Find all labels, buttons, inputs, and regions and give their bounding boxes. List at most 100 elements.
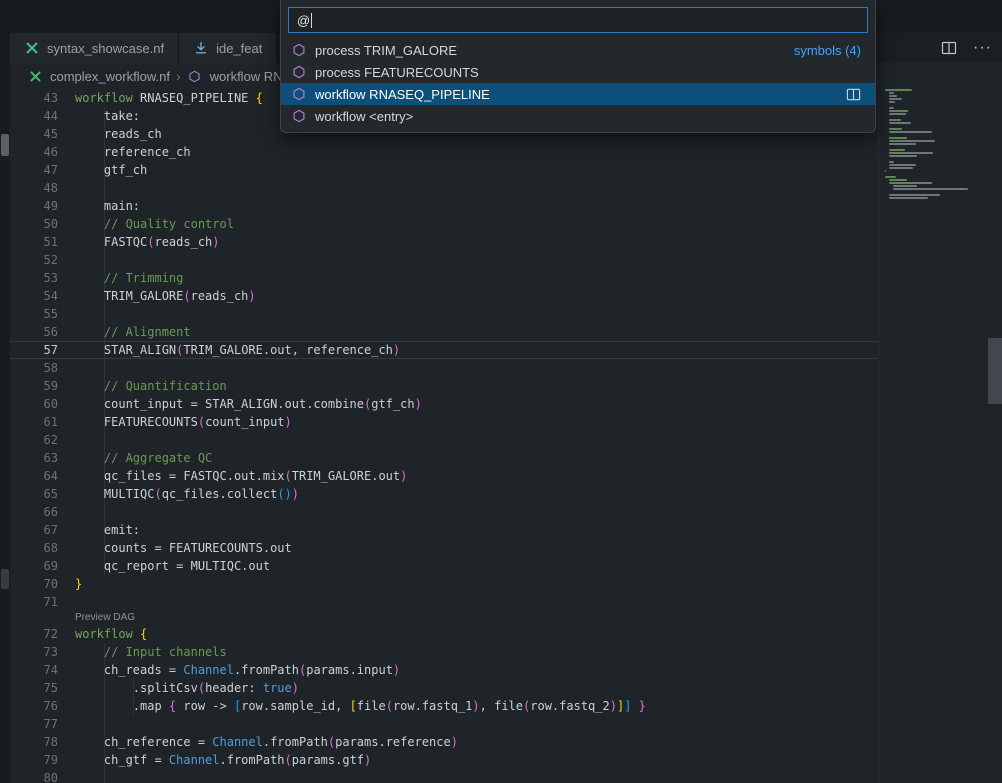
tab-ide-features[interactable]: ide_feat xyxy=(179,33,277,63)
code-line[interactable]: 73 // Input channels xyxy=(10,643,878,661)
code-line[interactable]: 59 // Quantification xyxy=(10,377,878,395)
code-text: main: xyxy=(75,197,878,215)
breadcrumb-file[interactable]: complex_workflow.nf xyxy=(50,69,170,84)
line-number: 74 xyxy=(10,661,58,679)
code-line[interactable]: 69 qc_report = MULTIQC.out xyxy=(10,557,878,575)
code-line[interactable]: 48 xyxy=(10,179,878,197)
quick-open-item[interactable]: process TRIM_GALORE symbols (4) xyxy=(281,39,875,61)
indent-guide xyxy=(104,715,105,733)
minimap-line xyxy=(889,167,913,169)
tab-bar-actions: ··· xyxy=(941,33,992,63)
tab-label: syntax_showcase.nf xyxy=(47,41,164,56)
code-line[interactable]: 80 xyxy=(10,769,878,783)
minimap-line xyxy=(885,200,982,202)
tab-label: ide_feat xyxy=(216,41,262,56)
indent-guide xyxy=(104,377,105,395)
code-line[interactable]: 60 count_input = STAR_ALIGN.out.combine(… xyxy=(10,395,878,413)
code-text: // Trimming xyxy=(75,269,878,287)
indent-guide xyxy=(104,751,105,769)
editor[interactable]: 43workflow RNASEQ_PIPELINE {44 take:45 r… xyxy=(10,89,1002,783)
code-text: // Alignment xyxy=(75,323,878,341)
code-line[interactable]: 53 // Trimming xyxy=(10,269,878,287)
code-line[interactable]: 66 xyxy=(10,503,878,521)
open-to-side-icon[interactable] xyxy=(846,87,861,102)
code-line[interactable]: 68 counts = FEATURECOUNTS.out xyxy=(10,539,878,557)
line-number: 65 xyxy=(10,485,58,503)
gutter-decoration xyxy=(1,569,9,589)
code-line[interactable]: 55 xyxy=(10,305,878,323)
code-line[interactable]: 76 .map { row -> [row.sample_id, [file(r… xyxy=(10,697,878,715)
quick-open-query: @ xyxy=(297,13,310,28)
code-text: .splitCsv(header: true) xyxy=(75,679,878,697)
code-line[interactable]: 63 // Aggregate QC xyxy=(10,449,878,467)
quick-open-item[interactable]: process FEATURECOUNTS xyxy=(281,61,875,83)
quick-open-input[interactable]: @ xyxy=(288,7,868,33)
code-text: // Input channels xyxy=(75,643,878,661)
code-line[interactable]: 78 ch_reference = Channel.fromPath(param… xyxy=(10,733,878,751)
code-line[interactable]: 51 FASTQC(reads_ch) xyxy=(10,233,878,251)
line-number: 73 xyxy=(10,643,58,661)
download-icon xyxy=(193,40,209,56)
minimap-line xyxy=(889,95,897,97)
code-line[interactable]: 56 // Alignment xyxy=(10,323,878,341)
code-line[interactable]: 75 .splitCsv(header: true) xyxy=(10,679,878,697)
quick-open-item[interactable]: workflow <entry> xyxy=(281,105,875,127)
minimap[interactable] xyxy=(878,89,982,783)
indent-guide xyxy=(104,107,105,125)
code-text: gtf_ch xyxy=(75,161,878,179)
indent-guide xyxy=(104,679,105,697)
code-line[interactable]: 79 ch_gtf = Channel.fromPath(params.gtf) xyxy=(10,751,878,769)
code-line[interactable]: 61 FEATURECOUNTS(count_input) xyxy=(10,413,878,431)
minimap-line xyxy=(889,197,928,199)
symbols-count-link[interactable]: symbols (4) xyxy=(794,43,861,58)
code-line[interactable]: 58 xyxy=(10,359,878,377)
code-line[interactable]: 46 reference_ch xyxy=(10,143,878,161)
code-line[interactable]: 47 gtf_ch xyxy=(10,161,878,179)
ellipsis-icon[interactable]: ··· xyxy=(973,40,992,56)
indent-guide xyxy=(104,485,105,503)
code-line[interactable]: 57 STAR_ALIGN(TRIM_GALORE.out, reference… xyxy=(10,341,878,359)
code-line[interactable]: 54 TRIM_GALORE(reads_ch) xyxy=(10,287,878,305)
code-text: qc_files = FASTQC.out.mix(TRIM_GALORE.ou… xyxy=(75,467,878,485)
code-line[interactable]: 71 xyxy=(10,593,878,611)
line-number: 54 xyxy=(10,287,58,305)
minimap-line xyxy=(889,113,906,115)
code-line[interactable]: 70} xyxy=(10,575,878,593)
indent-guide xyxy=(104,413,105,431)
code-text: FEATURECOUNTS(count_input) xyxy=(75,413,878,431)
line-number: 66 xyxy=(10,503,58,521)
code-text: // Quantification xyxy=(75,377,878,395)
code-text: .map { row -> [row.sample_id, [file(row.… xyxy=(75,697,878,715)
code-line[interactable]: 65 MULTIQC(qc_files.collect()) xyxy=(10,485,878,503)
line-number: 47 xyxy=(10,161,58,179)
line-number: 52 xyxy=(10,251,58,269)
code-line[interactable]: 50 // Quality control xyxy=(10,215,878,233)
code-line[interactable]: 72workflow { xyxy=(10,625,878,643)
code-line[interactable]: 77 xyxy=(10,715,878,733)
line-number: 45 xyxy=(10,125,58,143)
code-line[interactable]: 67 emit: xyxy=(10,521,878,539)
code-line[interactable]: 62 xyxy=(10,431,878,449)
indent-guide xyxy=(133,679,134,697)
indent-guide xyxy=(104,125,105,143)
code-line[interactable]: 52 xyxy=(10,251,878,269)
scrollbar-thumb[interactable] xyxy=(988,338,1002,404)
code-line[interactable]: 49 main: xyxy=(10,197,878,215)
quick-open-item-selected[interactable]: workflow RNASEQ_PIPELINE xyxy=(281,83,875,105)
minimap-line xyxy=(889,164,916,166)
line-number: 80 xyxy=(10,769,58,783)
code-line[interactable]: 74 ch_reads = Channel.fromPath(params.in… xyxy=(10,661,878,679)
indent-guide xyxy=(104,161,105,179)
code-lines: 43workflow RNASEQ_PIPELINE {44 take:45 r… xyxy=(10,89,878,783)
code-line[interactable]: 64 qc_files = FASTQC.out.mix(TRIM_GALORE… xyxy=(10,467,878,485)
minimap-line xyxy=(889,152,933,154)
tab-syntax-showcase[interactable]: syntax_showcase.nf xyxy=(10,33,179,63)
line-number: 49 xyxy=(10,197,58,215)
code-text: // Quality control xyxy=(75,215,878,233)
code-text xyxy=(75,305,878,323)
indent-guide xyxy=(104,643,105,661)
split-editor-icon[interactable] xyxy=(941,40,957,56)
symbol-icon xyxy=(291,64,307,80)
line-number: 68 xyxy=(10,539,58,557)
codelens-link[interactable]: Preview DAG xyxy=(75,612,135,623)
